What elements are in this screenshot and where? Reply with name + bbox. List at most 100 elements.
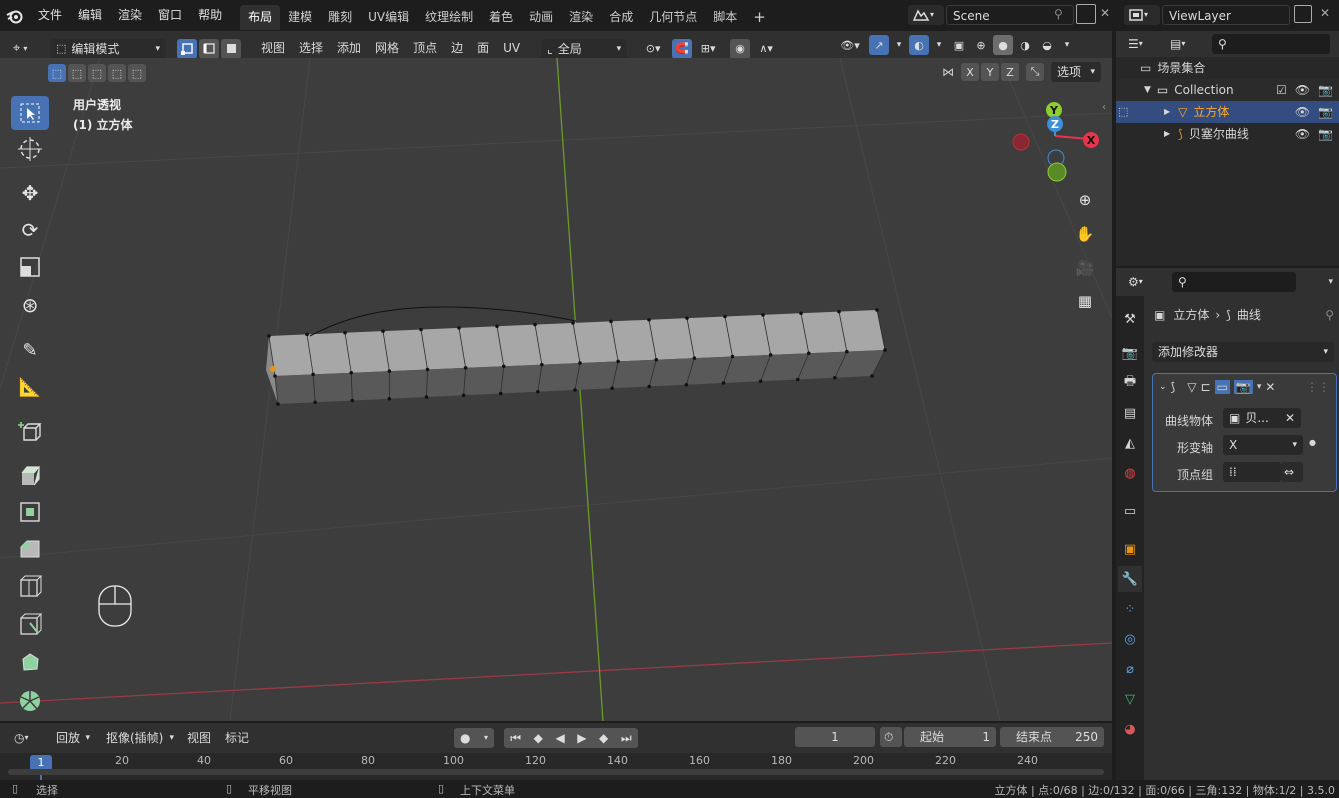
mesh-vertex[interactable]: [381, 329, 385, 333]
prev-keyframe-icon[interactable]: ◆: [534, 728, 543, 748]
mesh-vertex[interactable]: [616, 359, 620, 364]
jump-end-icon[interactable]: ⏭: [621, 728, 632, 748]
vertex-select-button[interactable]: [177, 38, 197, 59]
knife-tool[interactable]: [11, 608, 49, 642]
cube-mesh[interactable]: [266, 308, 887, 406]
mode-selector[interactable]: ⬚ 编辑模式 ▾: [50, 38, 166, 59]
outliner-filter-icon[interactable]: ▤ ▾: [1164, 34, 1200, 54]
menu-help[interactable]: 帮助: [190, 0, 230, 31]
outliner-item-bezier[interactable]: ▶ ⟆ 贝塞尔曲线 👁 📷: [1116, 123, 1339, 145]
overlays-menu-icon[interactable]: ▾: [931, 35, 947, 55]
add-workspace-button[interactable]: +: [745, 5, 774, 30]
outliner-scene-collection[interactable]: ▭ 场景集合: [1116, 57, 1339, 79]
transform-orientation-selector[interactable]: ⌞ 全局 ▾: [541, 38, 628, 59]
rendered-shading-icon[interactable]: ◒: [1037, 35, 1057, 55]
add-cube-tool[interactable]: [11, 415, 49, 449]
material-shading-icon[interactable]: ◑: [1015, 35, 1035, 55]
mesh-vertex[interactable]: [758, 379, 763, 384]
mesh-vertex[interactable]: [305, 332, 309, 337]
pivot-point-icon[interactable]: ⊙▾: [636, 39, 670, 59]
render-camera-icon[interactable]: 📷: [1318, 101, 1333, 123]
next-keyframe-icon[interactable]: ◆: [599, 728, 608, 748]
mirror-z-button[interactable]: Z: [1001, 63, 1019, 81]
mesh-vertex[interactable]: [311, 372, 315, 377]
mesh-vertex[interactable]: [837, 309, 841, 314]
solid-shading-icon[interactable]: ●: [993, 35, 1013, 55]
mesh-vertex[interactable]: [647, 317, 651, 322]
scene-tab-icon[interactable]: ◭: [1118, 430, 1142, 456]
expand-arrow-icon[interactable]: ▶: [1164, 101, 1170, 123]
mesh-vertex[interactable]: [730, 354, 735, 359]
end-frame-field[interactable]: 结束点 250: [1000, 727, 1104, 747]
eye-icon[interactable]: 👁: [1295, 79, 1310, 101]
mesh-vertex[interactable]: [883, 348, 887, 352]
mesh-vertex[interactable]: [536, 389, 540, 394]
mesh-vertex[interactable]: [276, 402, 280, 406]
mesh-vertex[interactable]: [768, 353, 773, 357]
stopwatch-icon[interactable]: ⏱: [880, 727, 902, 747]
mesh-vertex[interactable]: [692, 356, 697, 360]
mesh-vertex[interactable]: [833, 375, 837, 380]
measure-tool[interactable]: 📐: [11, 370, 49, 404]
mesh-vertex[interactable]: [273, 374, 277, 378]
constraints-tab-icon[interactable]: ⌀: [1118, 656, 1142, 682]
physics-tab-icon[interactable]: ◎: [1118, 626, 1142, 652]
tab-layout[interactable]: 布局: [240, 5, 281, 30]
proportional-edit-icon[interactable]: ◉: [730, 38, 751, 59]
tab-scripting[interactable]: 脚本: [705, 5, 745, 30]
cursor-tool[interactable]: [11, 132, 49, 166]
mesh-vertex[interactable]: [498, 391, 503, 396]
data-tab-icon[interactable]: ▽: [1118, 686, 1142, 712]
tab-animation[interactable]: 动画: [521, 5, 561, 30]
delete-scene-icon[interactable]: ✕: [1100, 6, 1110, 20]
select-extend-icon[interactable]: ⬚: [68, 64, 86, 82]
3d-viewport[interactable]: 用户透视 (1) 立方体 ⬚ ⬚ ⬚ ⬚ ⬚ ⋈ X Y Z ⤡ 选项 ▾ ✥ ⟳…: [0, 58, 1112, 721]
mesh-vertex[interactable]: [795, 377, 800, 382]
mesh-vertex[interactable]: [457, 326, 461, 330]
tab-uv-editing[interactable]: UV编辑: [360, 5, 417, 30]
menu-window[interactable]: 窗口: [150, 0, 190, 31]
collapse-arrow-icon[interactable]: ⌄: [1159, 382, 1167, 392]
mesh-vertex[interactable]: [313, 400, 317, 405]
mesh-vertex[interactable]: [875, 308, 879, 312]
clear-icon[interactable]: ✕: [1285, 408, 1295, 428]
snap-target-icon[interactable]: ⊞▾: [694, 39, 722, 59]
timeline-view-menu[interactable]: 视图: [180, 727, 218, 749]
tab-compositing[interactable]: 合成: [601, 5, 641, 30]
mesh-vertex[interactable]: [610, 386, 614, 391]
annotate-tool[interactable]: ✎: [11, 333, 49, 367]
new-viewlayer-icon[interactable]: [1294, 5, 1312, 23]
select-intersect-icon[interactable]: ⬚: [128, 64, 146, 82]
editor-type-button[interactable]: ⌖ ▾: [10, 38, 44, 59]
pin-icon[interactable]: ⚲: [1054, 7, 1063, 21]
expand-arrow-icon[interactable]: ▶: [1164, 123, 1170, 145]
particles-tab-icon[interactable]: ⁘: [1118, 596, 1142, 622]
mesh-vertex[interactable]: [501, 364, 506, 369]
menu-render[interactable]: 渲染: [110, 0, 150, 31]
viewport-display-icon[interactable]: ▭: [1214, 380, 1230, 394]
loop-cut-tool[interactable]: [11, 570, 49, 604]
drag-handle-icon[interactable]: ⋮⋮: [1306, 380, 1330, 394]
mirror-y-button[interactable]: Y: [981, 63, 999, 81]
xray-toggle-icon[interactable]: ▣: [949, 35, 969, 55]
delete-viewlayer-icon[interactable]: ✕: [1320, 6, 1330, 20]
chevron-down-icon[interactable]: ▾: [1328, 277, 1333, 287]
collection-tab-icon[interactable]: ▭: [1118, 498, 1142, 524]
sidebar-toggle-icon[interactable]: ‹: [1102, 102, 1106, 113]
scene-browse-button[interactable]: ▾: [908, 5, 944, 25]
pan-hand-icon[interactable]: ✋: [1071, 220, 1099, 248]
mesh-vertex[interactable]: [349, 370, 354, 375]
falloff-icon[interactable]: ∧▾: [752, 39, 780, 59]
on-cage-icon[interactable]: ⊏: [1200, 380, 1210, 394]
timeline-scrollbar[interactable]: [8, 769, 1104, 775]
transform-tool[interactable]: ⊛: [11, 288, 49, 322]
add-modifier-dropdown[interactable]: 添加修改器 ▾: [1152, 342, 1334, 362]
mesh-vertex[interactable]: [350, 398, 355, 403]
extrude-tool[interactable]: [11, 458, 49, 492]
play-icon[interactable]: ▶: [577, 728, 586, 748]
mesh-vertex[interactable]: [578, 361, 582, 365]
mesh-vertex[interactable]: [267, 334, 271, 338]
new-scene-icon[interactable]: [1076, 4, 1096, 24]
material-tab-icon[interactable]: ◕: [1118, 716, 1142, 742]
view-layer-tab-icon[interactable]: ▤: [1118, 400, 1142, 426]
